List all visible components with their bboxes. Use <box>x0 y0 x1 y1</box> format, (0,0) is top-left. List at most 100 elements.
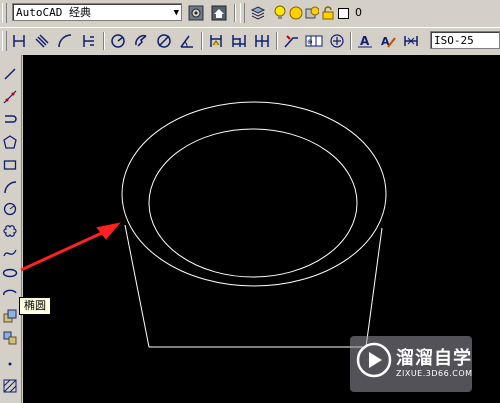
toolbar-separator <box>350 32 352 50</box>
current-layer-name[interactable]: 0 <box>355 6 362 19</box>
color-swatch-icon <box>337 7 349 19</box>
diameter-dimension-button[interactable] <box>154 31 174 51</box>
insert-block-button[interactable] <box>1 307 19 325</box>
lightbulb-icon <box>274 5 286 19</box>
watermark-title: 溜溜自学 <box>396 348 472 369</box>
toolbar-separator <box>201 32 203 50</box>
toolbar-separator <box>234 4 236 22</box>
right-side-line[interactable] <box>365 227 383 348</box>
tolerance-icon: ⊕ <box>305 35 323 47</box>
left-side-line[interactable] <box>124 224 150 348</box>
dimension-style-select[interactable]: ISO-25 <box>430 31 500 49</box>
dimension-edit-button[interactable]: A <box>355 31 375 51</box>
chevron-down-icon[interactable]: ▼ <box>174 4 179 20</box>
line-tool-button[interactable] <box>1 65 19 83</box>
radius-dimension-button[interactable] <box>108 31 128 51</box>
construction-line-button[interactable] <box>1 88 19 106</box>
spline-icon <box>3 249 17 257</box>
aligned-dimension-button[interactable] <box>32 31 52 51</box>
toolbar-separator <box>276 32 278 50</box>
ordinate-dimension-icon <box>83 35 94 47</box>
center-mark-button[interactable] <box>327 31 347 51</box>
linear-dimension-button[interactable] <box>9 31 29 51</box>
diameter-icon <box>157 34 171 48</box>
linear-dimension-icon <box>13 35 25 47</box>
point-tool-button[interactable] <box>1 355 19 373</box>
svg-text:⊕: ⊕ <box>307 38 313 46</box>
jogged-dimension-button[interactable] <box>131 31 151 51</box>
baseline-dimension-button[interactable] <box>229 31 249 51</box>
ellipse-icon <box>2 268 18 278</box>
layer-manager-button[interactable] <box>248 3 268 23</box>
workspace-select[interactable]: AutoCAD 经典 ▼ <box>12 3 182 21</box>
spline-tool-button[interactable] <box>1 244 19 262</box>
layer-lock-toggle[interactable] <box>320 3 336 23</box>
polygon-tool-button[interactable] <box>1 133 19 151</box>
outer-ellipse[interactable] <box>121 101 387 287</box>
watermark: 溜溜自学 ZIXUE.3D66.COM <box>350 336 472 392</box>
ellipse-tool-button[interactable] <box>1 264 19 282</box>
toolbar-grip[interactable] <box>2 31 7 51</box>
ellipse-arc-icon <box>3 289 17 296</box>
ellipse-arc-tool-button[interactable] <box>1 285 19 303</box>
arc-tool-button[interactable] <box>1 178 19 196</box>
quick-leader-button[interactable] <box>281 31 301 51</box>
angle-icon <box>180 35 193 48</box>
revision-cloud-button[interactable] <box>1 222 19 240</box>
make-block-icon <box>3 331 17 345</box>
radius-icon <box>111 34 125 48</box>
polygon-icon <box>3 135 17 149</box>
dimension-text-edit-button[interactable]: A <box>378 31 398 51</box>
circle-icon <box>3 202 17 216</box>
home-icon <box>211 5 227 21</box>
tolerance-button[interactable]: ⊕ <box>304 31 324 51</box>
workspace-select-value: AutoCAD 经典 <box>16 6 91 19</box>
quick-dimension-icon <box>210 35 222 47</box>
dimension-style-value: ISO-25 <box>434 34 474 47</box>
insert-block-icon <box>3 309 17 323</box>
leader-icon <box>284 35 298 48</box>
polyline-tool-button[interactable] <box>1 110 19 128</box>
quick-dimension-button[interactable] <box>206 31 226 51</box>
sun-icon <box>289 6 303 20</box>
layers-icon <box>250 6 266 20</box>
make-block-button[interactable] <box>1 329 19 347</box>
toolbar-grip[interactable] <box>2 3 7 23</box>
layer-color-swatch[interactable] <box>336 3 350 23</box>
arc-length-icon <box>58 34 72 48</box>
ordinate-dimension-button[interactable] <box>78 31 98 51</box>
dimension-update-icon <box>404 36 418 46</box>
aligned-dimension-icon <box>35 34 49 48</box>
watermark-url: ZIXUE.3D66.COM <box>396 369 473 378</box>
inner-ellipse[interactable] <box>148 128 358 278</box>
jogged-radius-icon <box>135 34 147 47</box>
hatch-tool-button[interactable] <box>1 377 19 395</box>
gear-icon <box>188 5 204 21</box>
arc-length-button[interactable] <box>55 31 75 51</box>
continue-dimension-button[interactable] <box>252 31 272 51</box>
angular-dimension-button[interactable] <box>177 31 197 51</box>
dimension-update-button[interactable] <box>401 31 421 51</box>
baseline-dimension-icon <box>232 35 246 47</box>
workspace-settings-button[interactable] <box>186 3 206 23</box>
layer-freeze-toggle[interactable] <box>288 3 304 23</box>
toolbar-separator <box>103 32 105 50</box>
circle-tool-button[interactable] <box>1 200 19 218</box>
rectangle-tool-button[interactable] <box>1 156 19 174</box>
hatch-icon <box>3 379 17 393</box>
cloud-icon <box>3 225 17 237</box>
rectangle-icon <box>3 160 17 170</box>
toolbar-grip[interactable] <box>240 3 245 23</box>
center-mark-icon <box>330 34 344 48</box>
layer-viewport-freeze-toggle[interactable] <box>304 3 320 23</box>
tooltip: 椭圆 <box>19 297 51 315</box>
continue-dimension-icon <box>255 35 269 47</box>
layer-on-toggle[interactable] <box>272 3 288 23</box>
dimension-toolbar: ⊕ A A ISO-25 <box>0 27 500 56</box>
draw-toolbar <box>0 55 22 403</box>
workspaces-toolbar: AutoCAD 经典 ▼ 0 <box>0 0 500 28</box>
text-a-icon: A <box>358 34 372 48</box>
polyline-icon <box>5 115 17 123</box>
save-workspace-button[interactable] <box>209 3 229 23</box>
viewport-sun-icon <box>305 6 319 19</box>
